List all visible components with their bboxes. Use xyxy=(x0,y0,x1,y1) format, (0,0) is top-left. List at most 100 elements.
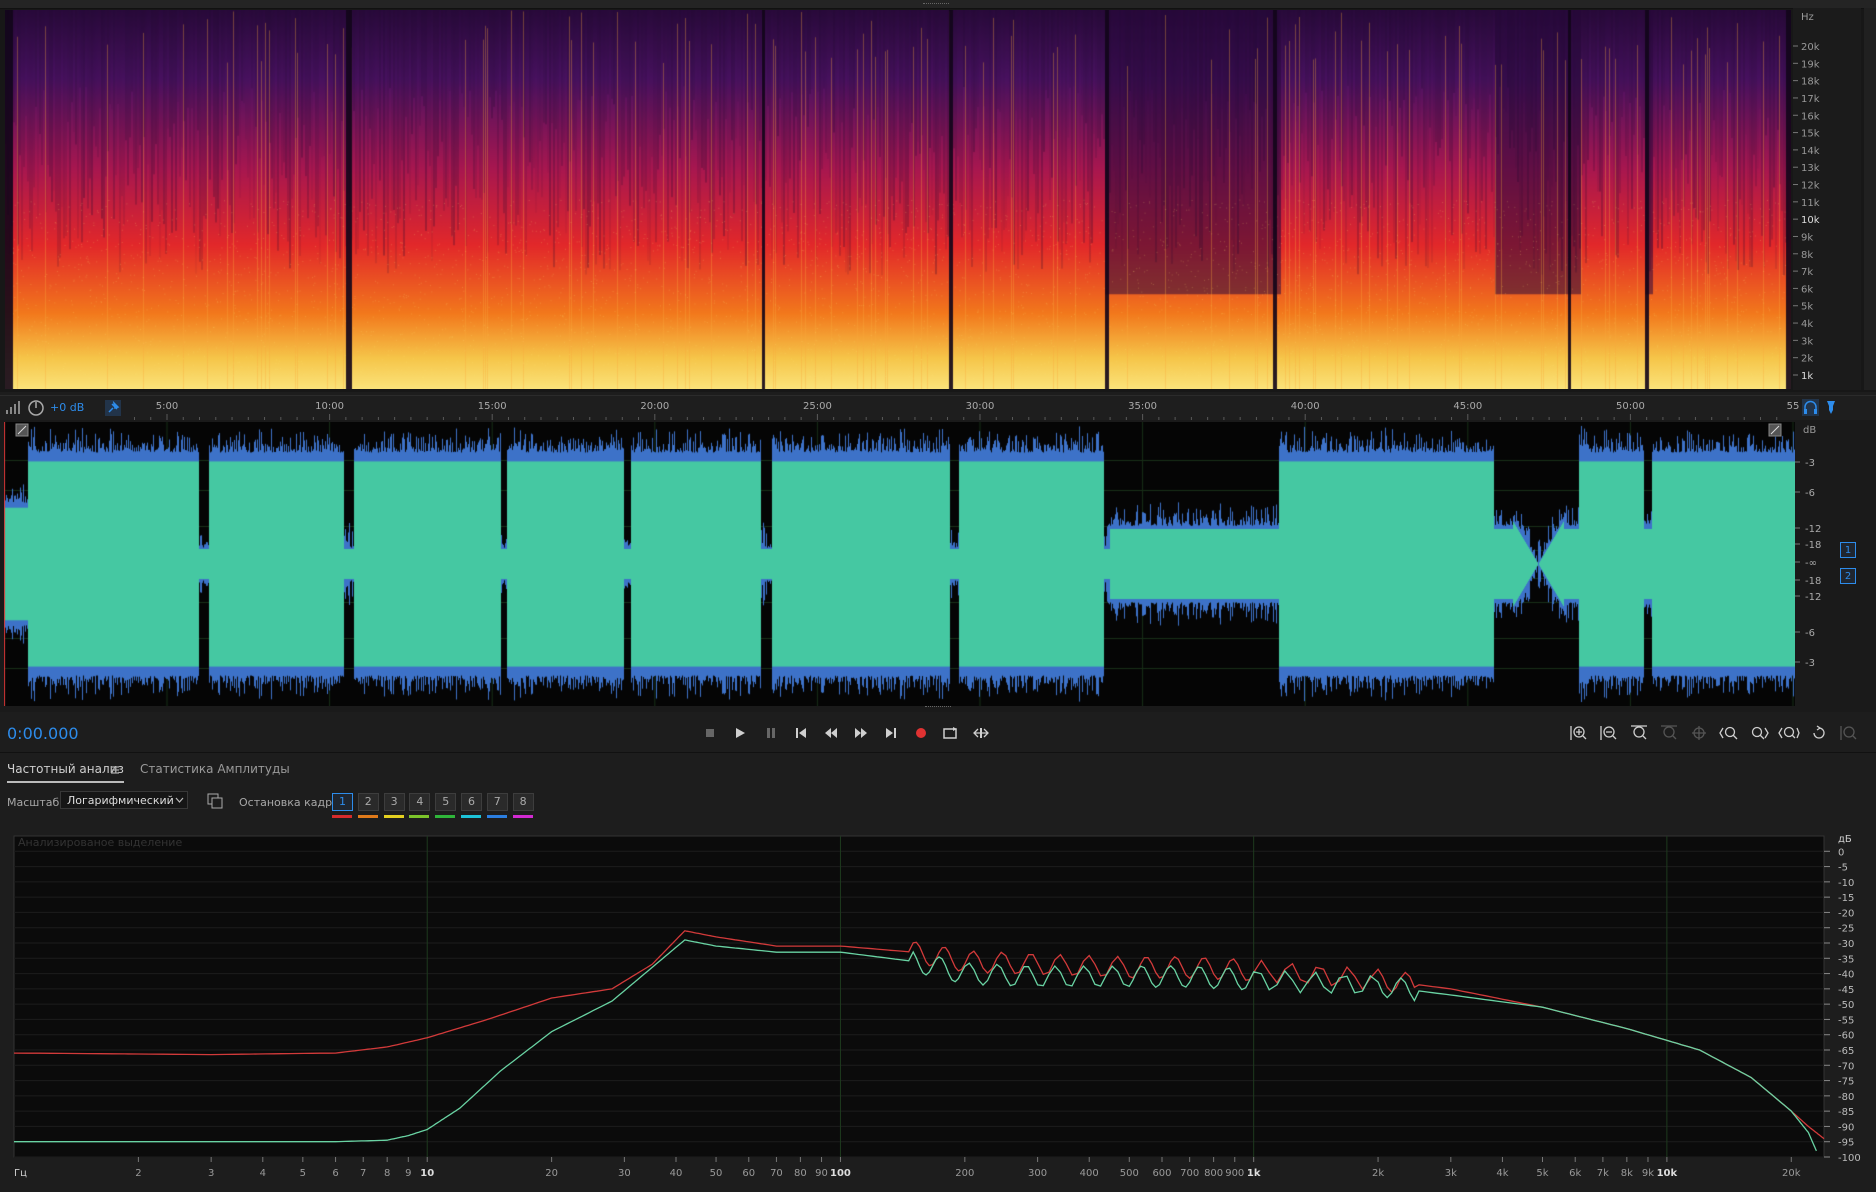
zoom-rotate-button[interactable] xyxy=(1808,723,1830,743)
waveform-canvas[interactable] xyxy=(4,422,1795,706)
zoom-full-icon xyxy=(1778,725,1800,741)
x-tick-label: 9 xyxy=(405,1168,411,1179)
x-tick-label: 200 xyxy=(955,1168,974,1179)
time-tick-label: 30:00 xyxy=(966,401,995,412)
loop-button[interactable] xyxy=(941,723,961,743)
zoom-selection-icon xyxy=(1660,725,1678,741)
zoom-out-amplitude-button[interactable] xyxy=(1598,723,1620,743)
zoom-in-left-button[interactable] xyxy=(1718,723,1740,743)
freq-tick-label: 13k xyxy=(1801,163,1820,174)
corner-toggle-icon[interactable] xyxy=(15,423,29,437)
freeze-frame-7-color xyxy=(487,815,507,818)
rewind-icon xyxy=(824,727,838,739)
freeze-frame-6-button[interactable]: 6 xyxy=(461,793,482,811)
x-tick-label: 50 xyxy=(710,1168,723,1179)
zoom-in-right-button[interactable] xyxy=(1748,723,1770,743)
right-scrollbar[interactable] xyxy=(1864,8,1876,390)
zoom-center-button[interactable] xyxy=(1688,723,1710,743)
zoom-in-right-icon xyxy=(1749,725,1769,741)
db-tick-label: -3 xyxy=(1805,658,1815,669)
freq-tick-label: 4k xyxy=(1801,319,1813,330)
fast-forward-button[interactable] xyxy=(851,723,871,743)
timeline-ruler[interactable]: +0 dB 5:0010:0015:0020:0025:0030:0035:00… xyxy=(0,395,1876,421)
x-tick-label: 80 xyxy=(794,1168,807,1179)
freq-tick-label: 14k xyxy=(1801,146,1820,157)
y-tick-label: -45 xyxy=(1838,985,1854,996)
spectrogram-canvas[interactable] xyxy=(5,10,1791,389)
time-tick-label: 25:00 xyxy=(803,401,832,412)
pause-button[interactable] xyxy=(761,723,781,743)
panel-menu-icon[interactable] xyxy=(110,765,120,775)
time-tick-label: 50:00 xyxy=(1616,401,1645,412)
x-tick-label: 3 xyxy=(208,1168,214,1179)
channel-2-badge[interactable]: 2 xyxy=(1840,568,1856,584)
tab-amplitude-statistics[interactable]: Статистика Амплитуды xyxy=(140,762,290,776)
record-button[interactable] xyxy=(911,723,931,743)
stop-button[interactable] xyxy=(700,723,720,743)
db-ruler: dB -3-6-12-18-∞-18-12-6-3 xyxy=(1795,420,1876,712)
zoom-full-button[interactable] xyxy=(1778,723,1800,743)
freeze-frame-4-color xyxy=(409,815,429,818)
x-tick-label: 600 xyxy=(1152,1168,1171,1179)
bottom-scroll-grip[interactable] xyxy=(925,706,951,711)
freeze-frame-3-color xyxy=(384,815,404,818)
freq-tick-label: 7k xyxy=(1801,267,1813,278)
frequency-chart[interactable]: 0-5-10-15-20-25-30-35-40-45-50-55-60-65-… xyxy=(0,830,1876,1188)
freq-ruler: Hz 20k19k18k17k16k15k14k13k12k11k10k9k8k… xyxy=(1793,8,1861,390)
time-tick-label: 20:00 xyxy=(640,401,669,412)
zoom-to-selection-button[interactable] xyxy=(1658,723,1680,743)
y-tick-label: -40 xyxy=(1838,970,1854,981)
current-time-display[interactable]: 0:00.000 xyxy=(7,724,79,743)
x-tick-label: 20k xyxy=(1782,1168,1801,1179)
freeze-frame-8-button[interactable]: 8 xyxy=(513,793,534,811)
copy-frame-icon[interactable] xyxy=(207,793,223,809)
spectral-display[interactable]: Hz 20k19k18k17k16k15k14k13k12k11k10k9k8k… xyxy=(0,0,1876,392)
time-tick-label: 15:00 xyxy=(478,401,507,412)
x-tick-label: 30 xyxy=(618,1168,631,1179)
zoom-disabled-button[interactable] xyxy=(1838,723,1860,743)
zoom-in-amplitude-button[interactable] xyxy=(1568,723,1590,743)
freq-tick-label: 20k xyxy=(1801,42,1820,53)
rewind-button[interactable] xyxy=(821,723,841,743)
freq-tick-label: 10k xyxy=(1801,215,1820,226)
waveform-display[interactable]: dB -3-6-12-18-∞-18-12-6-3 1 2 xyxy=(0,420,1876,712)
go-to-end-button[interactable] xyxy=(881,723,901,743)
x-tick-label: 7 xyxy=(360,1168,366,1179)
go-to-start-button[interactable] xyxy=(791,723,811,743)
y-tick-label: -95 xyxy=(1838,1138,1854,1149)
x-tick-label: 8 xyxy=(384,1168,390,1179)
x-tick-label: 4k xyxy=(1496,1168,1508,1179)
skip-silence-button[interactable] xyxy=(971,723,991,743)
scale-value: Логарифмический xyxy=(67,794,174,807)
freeze-frame-3-button[interactable]: 3 xyxy=(384,793,405,811)
y-tick-label: -10 xyxy=(1838,878,1854,889)
x-tick-label: 300 xyxy=(1028,1168,1047,1179)
headphones-icon[interactable] xyxy=(1802,399,1819,416)
resize-grip-icon[interactable] xyxy=(923,3,949,6)
frequency-analysis-panel: 0-5-10-15-20-25-30-35-40-45-50-55-60-65-… xyxy=(0,830,1876,1188)
tab-frequency-analysis[interactable]: Частотный анализ xyxy=(7,762,124,783)
x-tick-label: 2 xyxy=(135,1168,141,1179)
time-tick-label: 40:00 xyxy=(1291,401,1320,412)
x-tick-label: 3k xyxy=(1445,1168,1457,1179)
play-button[interactable] xyxy=(730,723,750,743)
analysis-tabs: Частотный анализ Статистика Амплитуды xyxy=(0,756,1876,786)
scale-dropdown[interactable]: Логарифмический xyxy=(60,791,188,809)
time-tick-label: 10:00 xyxy=(315,401,344,412)
marker-pin-icon[interactable] xyxy=(1824,399,1838,416)
freeze-frame-7-button[interactable]: 7 xyxy=(487,793,508,811)
corner-expand-icon[interactable] xyxy=(1768,423,1782,437)
plot-area[interactable] xyxy=(14,836,1824,1157)
db-tick-label: -∞ xyxy=(1805,558,1817,569)
channel-1-badge[interactable]: 1 xyxy=(1840,542,1856,558)
y-tick-label: -65 xyxy=(1838,1046,1854,1057)
freeze-frame-2-button[interactable]: 2 xyxy=(358,793,379,811)
panel-top-divider[interactable] xyxy=(0,0,1876,9)
freeze-frame-1-button[interactable]: 1 xyxy=(332,793,353,811)
freeze-frame-5-button[interactable]: 5 xyxy=(435,793,456,811)
zoom-reset-button[interactable] xyxy=(1628,723,1650,743)
x-tick-label: 8k xyxy=(1621,1168,1633,1179)
pause-icon xyxy=(765,727,777,739)
freeze-frame-4-button[interactable]: 4 xyxy=(409,793,430,811)
y-tick-label: -55 xyxy=(1838,1015,1854,1026)
